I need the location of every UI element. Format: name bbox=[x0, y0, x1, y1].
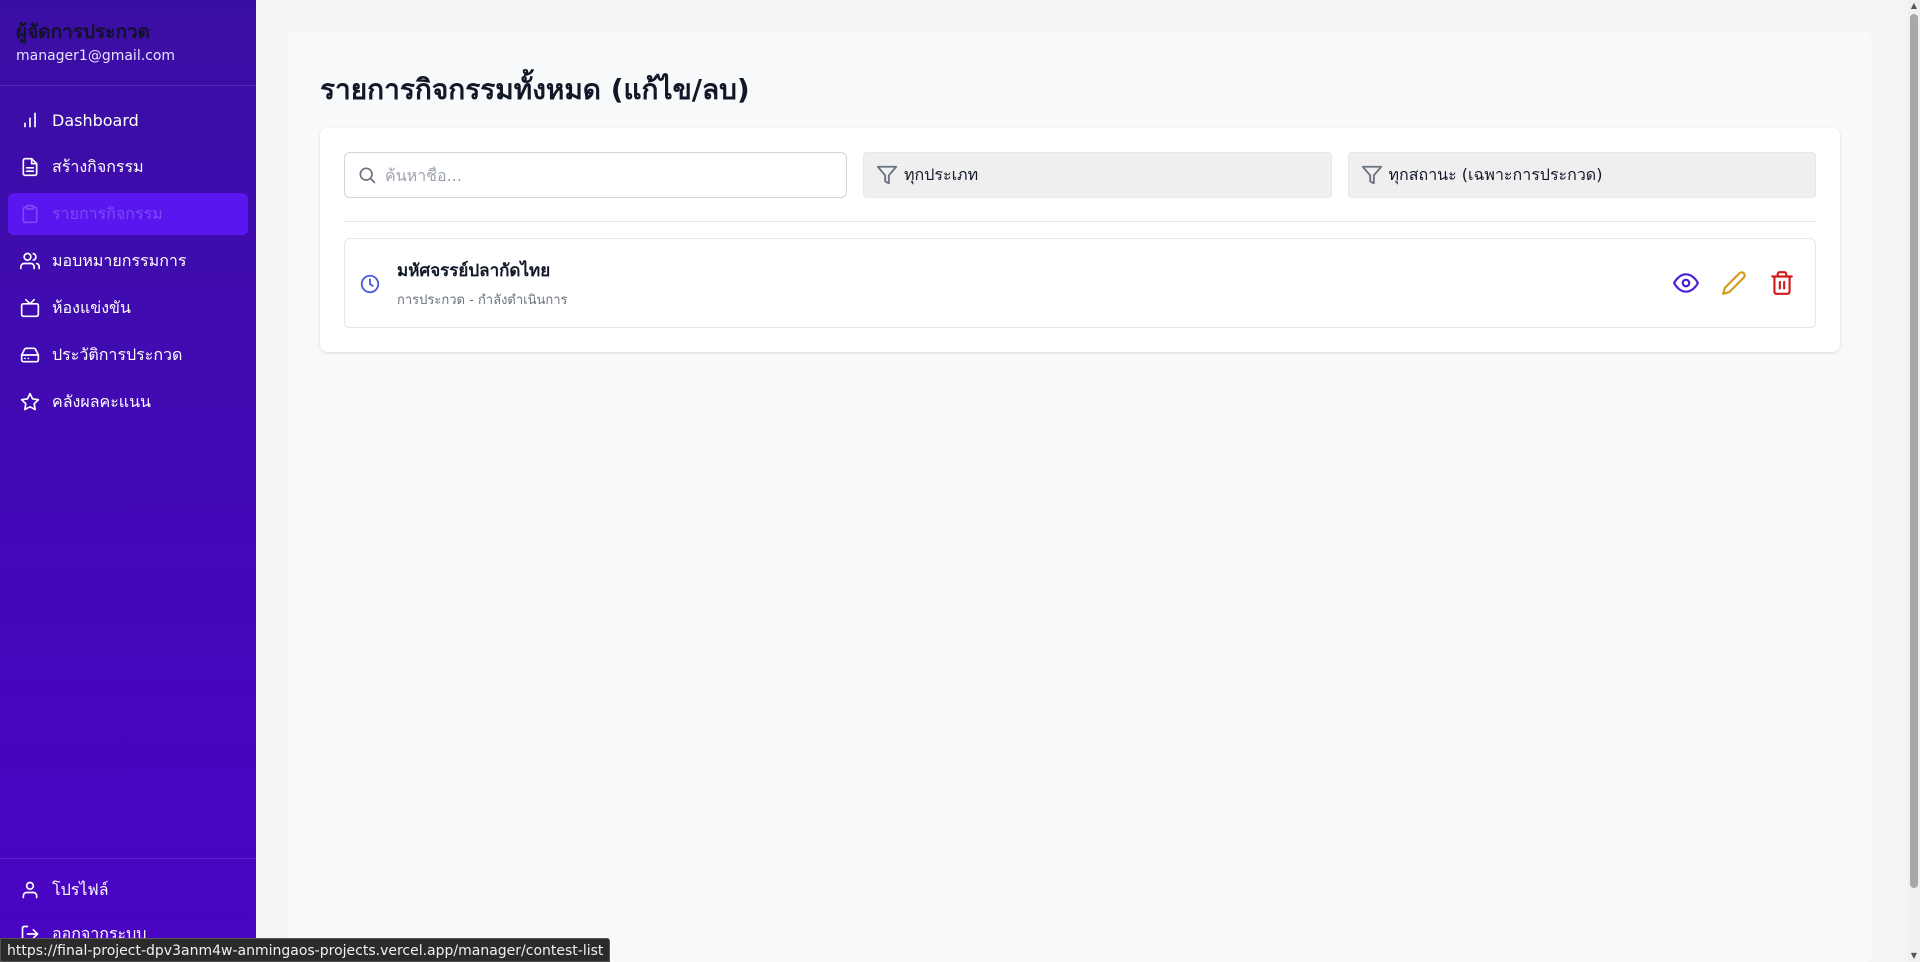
user-email: manager1@gmail.com bbox=[16, 48, 176, 64]
list-item: มหัศจรรย์ปลากัดไทย การประกวด - กำลังดำเน… bbox=[344, 238, 1816, 328]
eye-icon bbox=[1673, 273, 1699, 293]
sidebar-item-label: โปรไฟล์ bbox=[52, 879, 109, 899]
sidebar-item-contest-history[interactable]: ประวัติการประกวด bbox=[8, 334, 248, 376]
user-icon bbox=[20, 880, 40, 900]
status-filter-value: ทุกสถานะ (เฉพาะการประกวด) bbox=[1388, 164, 1603, 184]
sidebar-title: ผู้จัดการประกวด bbox=[16, 21, 150, 43]
document-icon bbox=[20, 157, 40, 177]
item-title: มหัศจรรย์ปลากัดไทย bbox=[397, 261, 551, 281]
sidebar-item-label: สร้างกิจกรรม bbox=[52, 156, 144, 176]
sidebar-item-label: ห้องแข่งขัน bbox=[52, 297, 131, 317]
bar-chart-icon bbox=[20, 110, 40, 130]
divider bbox=[344, 221, 1816, 222]
view-button[interactable] bbox=[1673, 270, 1699, 296]
delete-button[interactable] bbox=[1769, 270, 1795, 296]
tv-icon bbox=[20, 298, 40, 318]
filter-icon bbox=[1361, 164, 1383, 186]
sidebar-item-competition-room[interactable]: ห้องแข่งขัน bbox=[8, 287, 248, 329]
sidebar-header: ผู้จัดการประกวด manager1@gmail.com bbox=[0, 0, 256, 86]
clock-icon bbox=[359, 273, 381, 295]
status-bar-url: https://final-project-dpv3anm4w-anmingao… bbox=[0, 938, 611, 962]
sidebar: ผู้จัดการประกวด manager1@gmail.com Dashb… bbox=[0, 0, 256, 962]
search-input[interactable] bbox=[385, 165, 825, 185]
sidebar-item-label: รายการกิจกรรม bbox=[52, 203, 163, 223]
sidebar-item-label: มอบหมายกรรมการ bbox=[52, 250, 187, 270]
trash-icon bbox=[1771, 271, 1793, 295]
sidebar-item-score-archive[interactable]: คลังผลคะแนน bbox=[8, 381, 248, 423]
search-box bbox=[344, 152, 847, 198]
users-icon bbox=[20, 251, 40, 271]
clipboard-icon bbox=[20, 204, 40, 224]
sidebar-item-label: Dashboard bbox=[52, 110, 139, 130]
sidebar-nav: Dashboard สร้างกิจกรรม รายการกิจกรรม มอบ… bbox=[0, 86, 256, 423]
filter-icon bbox=[876, 164, 898, 186]
pencil-icon bbox=[1722, 271, 1746, 295]
search-icon bbox=[357, 165, 377, 185]
sidebar-item-dashboard[interactable]: Dashboard bbox=[8, 99, 248, 141]
sidebar-item-activity-list[interactable]: รายการกิจกรรม bbox=[8, 193, 248, 235]
page-title: รายการกิจกรรมทั้งหมด (แก้ไข/ลบ) bbox=[320, 73, 750, 106]
sidebar-item-profile[interactable]: โปรไฟล์ bbox=[8, 869, 248, 911]
sidebar-item-label: คลังผลคะแนน bbox=[52, 391, 151, 411]
sidebar-item-label: ประวัติการประกวด bbox=[52, 344, 183, 364]
scroll-up-arrow[interactable]: ▲ bbox=[1910, 2, 1918, 10]
main-area: รายการกิจกรรมทั้งหมด (แก้ไข/ลบ) ทุกประเภ… bbox=[256, 0, 1920, 962]
type-filter-value: ทุกประเภท bbox=[904, 164, 979, 184]
activity-list-card: ทุกประเภท ทุกสถานะ (เฉพาะการประกวด) มหัศ… bbox=[320, 128, 1840, 352]
status-filter-select[interactable]: ทุกสถานะ (เฉพาะการประกวด) bbox=[1347, 152, 1816, 198]
content-panel: รายการกิจกรรมทั้งหมด (แก้ไข/ลบ) ทุกประเภ… bbox=[288, 32, 1872, 962]
scrollbar[interactable]: ▲ ▼ bbox=[1908, 0, 1920, 962]
sidebar-item-create-activity[interactable]: สร้างกิจกรรม bbox=[8, 146, 248, 188]
filter-bar: ทุกประเภท ทุกสถานะ (เฉพาะการประกวด) bbox=[344, 152, 1816, 198]
scroll-down-arrow[interactable]: ▼ bbox=[1910, 952, 1918, 960]
star-icon bbox=[20, 392, 40, 412]
type-filter-select[interactable]: ทุกประเภท bbox=[863, 152, 1332, 198]
hard-drive-icon bbox=[20, 345, 40, 365]
sidebar-item-assign-judges[interactable]: มอบหมายกรรมการ bbox=[8, 240, 248, 282]
item-subtitle: การประกวด - กำลังดำเนินการ bbox=[397, 293, 568, 308]
scroll-thumb[interactable] bbox=[1910, 14, 1918, 888]
edit-button[interactable] bbox=[1721, 270, 1747, 296]
item-actions bbox=[1673, 270, 1795, 296]
